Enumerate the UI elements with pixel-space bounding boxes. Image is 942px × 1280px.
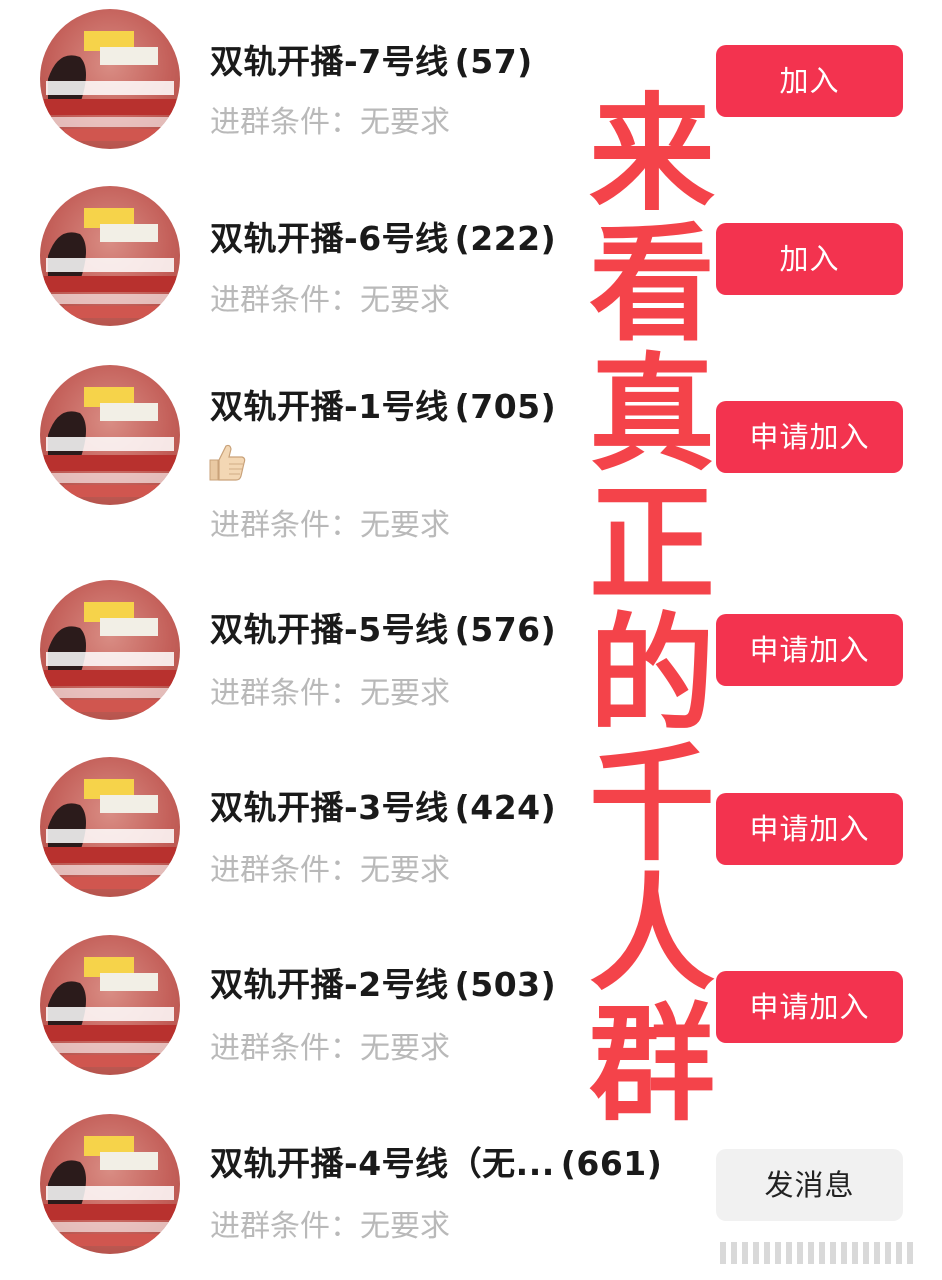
member-count: (576)	[454, 610, 557, 649]
group-avatar	[40, 9, 180, 149]
group-name: 双轨开播-2号线	[210, 965, 449, 1004]
group-name: 双轨开播-1号线	[210, 387, 449, 426]
group-avatar	[40, 757, 180, 897]
group-name: 双轨开播-4号线（无...	[210, 1144, 555, 1183]
overlay-char: 正	[589, 471, 715, 618]
join-condition: 进群条件：无要求	[210, 105, 450, 140]
group-title: 双轨开播-3号线 (424)	[210, 781, 556, 829]
group-title: 双轨开播-1号线 (705)	[210, 380, 556, 428]
group-name: 双轨开播-3号线	[210, 788, 449, 827]
overlay-char: 的	[589, 601, 715, 748]
join-button[interactable]: 加入	[716, 45, 903, 117]
group-name: 双轨开播-5号线	[210, 610, 449, 649]
join-condition: 进群条件：无要求	[210, 283, 450, 318]
group-name: 双轨开播-6号线	[210, 219, 449, 258]
group-title: 双轨开播-4号线（无... (661)	[210, 1137, 662, 1185]
group-title: 双轨开播-6号线 (222)	[210, 212, 556, 260]
group-avatar	[40, 186, 180, 326]
member-count: (424)	[454, 788, 557, 827]
thumbs-up-icon	[206, 442, 248, 482]
apply-join-button[interactable]: 申请加入	[716, 793, 903, 865]
overlay-char: 看	[589, 211, 715, 358]
join-condition: 进群条件：无要求	[210, 508, 450, 543]
watermark	[720, 1242, 920, 1266]
member-count: (222)	[454, 219, 557, 258]
overlay-char: 群	[589, 991, 715, 1138]
overlay-char: 真	[589, 341, 715, 488]
member-count: (57)	[454, 42, 533, 81]
member-count: (705)	[454, 387, 557, 426]
group-avatar	[40, 365, 180, 505]
join-button[interactable]: 加入	[716, 223, 903, 295]
group-avatar	[40, 935, 180, 1075]
join-condition: 进群条件：无要求	[210, 676, 450, 711]
group-name: 双轨开播-7号线	[210, 42, 449, 81]
group-title: 双轨开播-5号线 (576)	[210, 603, 556, 651]
member-count: (661)	[560, 1144, 663, 1183]
group-avatar	[40, 580, 180, 720]
join-condition: 进群条件：无要求	[210, 1031, 450, 1066]
apply-join-button[interactable]: 申请加入	[716, 401, 903, 473]
group-title: 双轨开播-2号线 (503)	[210, 958, 556, 1006]
join-condition: 进群条件：无要求	[210, 1209, 450, 1244]
apply-join-button[interactable]: 申请加入	[716, 971, 903, 1043]
group-title: 双轨开播-7号线 (57)	[210, 35, 533, 83]
apply-join-button[interactable]: 申请加入	[716, 614, 903, 686]
overlay-caption: 来 看 真 正 的 千 人 群	[589, 81, 715, 1130]
overlay-char: 来	[589, 81, 715, 228]
group-avatar	[40, 1114, 180, 1254]
join-condition: 进群条件：无要求	[210, 853, 450, 888]
send-message-button[interactable]: 发消息	[716, 1149, 903, 1221]
member-count: (503)	[454, 965, 557, 1004]
overlay-char: 千	[589, 731, 715, 878]
overlay-char: 人	[589, 861, 715, 1008]
